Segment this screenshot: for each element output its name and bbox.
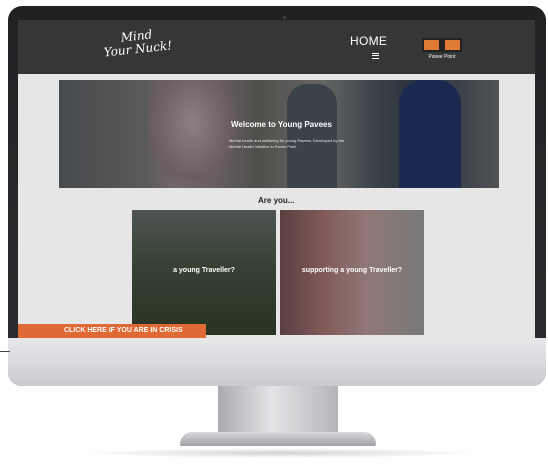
hero-banner: Welcome to Young Pavees Mental health an… <box>59 80 499 188</box>
hero-title: Welcome to Young Pavees <box>231 120 332 129</box>
crisis-button[interactable]: CLICK HERE IF YOU ARE IN CRISIS <box>18 324 206 338</box>
mind-your-nuck-logo[interactable]: Mind Your Nuck! <box>102 26 173 59</box>
stand-shadow <box>80 448 480 458</box>
card-label: a young Traveller? <box>173 267 235 274</box>
section-heading: Are you... <box>258 196 295 205</box>
supporting-traveller-card[interactable]: supporting a young Traveller? <box>280 210 424 335</box>
badge-label: Pavee Point <box>428 54 456 60</box>
site-header: Mind Your Nuck! HOME Pavee Point <box>18 20 535 74</box>
hero-subtitle: Mental health and wellbeing for young Pa… <box>229 138 345 149</box>
website-screen: Mind Your Nuck! HOME Pavee Point Welcome… <box>18 20 535 340</box>
webcam-dot <box>283 16 286 19</box>
young-traveller-card[interactable]: a young Traveller? <box>132 210 276 335</box>
pavee-point-logo-icon <box>422 38 462 52</box>
monitor-stand-neck <box>218 386 338 436</box>
monitor-stand-base <box>180 432 376 446</box>
monitor-chin <box>8 338 546 386</box>
edge-line <box>0 351 10 352</box>
hero-overlay <box>59 80 499 188</box>
card-label: supporting a young Traveller? <box>301 267 403 274</box>
pavee-point-badge[interactable]: Pavee Point <box>422 38 462 66</box>
menu-icon[interactable] <box>372 53 379 59</box>
nav-home-link[interactable]: HOME <box>350 34 387 48</box>
